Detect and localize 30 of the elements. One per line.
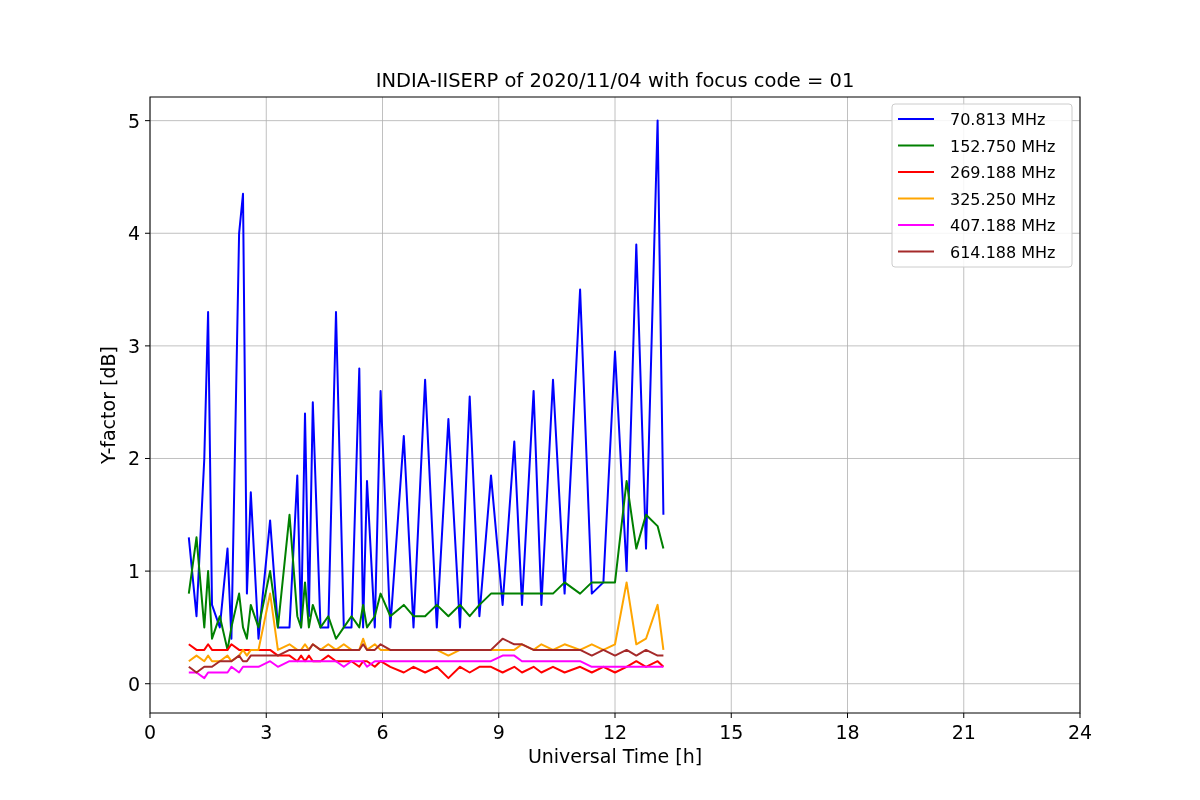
axis-tick-label: 3 [260, 721, 273, 743]
axis-tick-label: 3 [127, 334, 140, 357]
legend-line [897, 197, 935, 200]
legend-label: 70.813 MHz [950, 110, 1046, 129]
axis-tick-label: 4 [127, 222, 140, 245]
y-axis-label: Y-factor [dB] [97, 346, 119, 464]
axis-tick-label: 5 [127, 109, 140, 132]
legend-label: 325.250 MHz [950, 189, 1056, 209]
legend-label: 614.188 MHz [950, 242, 1056, 262]
axis-tick-label: 2 [127, 447, 140, 470]
legend-line [897, 250, 935, 253]
axis-tick-label: 0 [143, 721, 157, 743]
axis-tick-label: 15 [719, 721, 744, 743]
legend-line [897, 171, 935, 173]
axis-tick-label: 21 [951, 721, 976, 743]
axis-tick-label: 1 [127, 560, 140, 583]
legend-label: 269.188 MHz [950, 163, 1056, 182]
axis-tick-label: 18 [835, 721, 860, 743]
axis-tick-label: 9 [492, 721, 505, 743]
axis-tick-label: 0 [127, 672, 140, 695]
legend-label: 407.188 MHz [950, 216, 1056, 235]
legend-line [897, 144, 935, 147]
legend-line [897, 118, 935, 120]
axis-tick-label: 12 [602, 721, 628, 743]
legend-line [897, 224, 935, 226]
legend-label: 152.750 MHz [950, 136, 1056, 156]
axis-tick-label: 6 [376, 721, 389, 743]
x-axis-label: Universal Time [h] [527, 745, 703, 767]
axis-tick-label: 24 [1067, 721, 1093, 743]
chart-title: INDIA-IISERP of 2020/11/04 with focus code = 01 [375, 69, 855, 92]
